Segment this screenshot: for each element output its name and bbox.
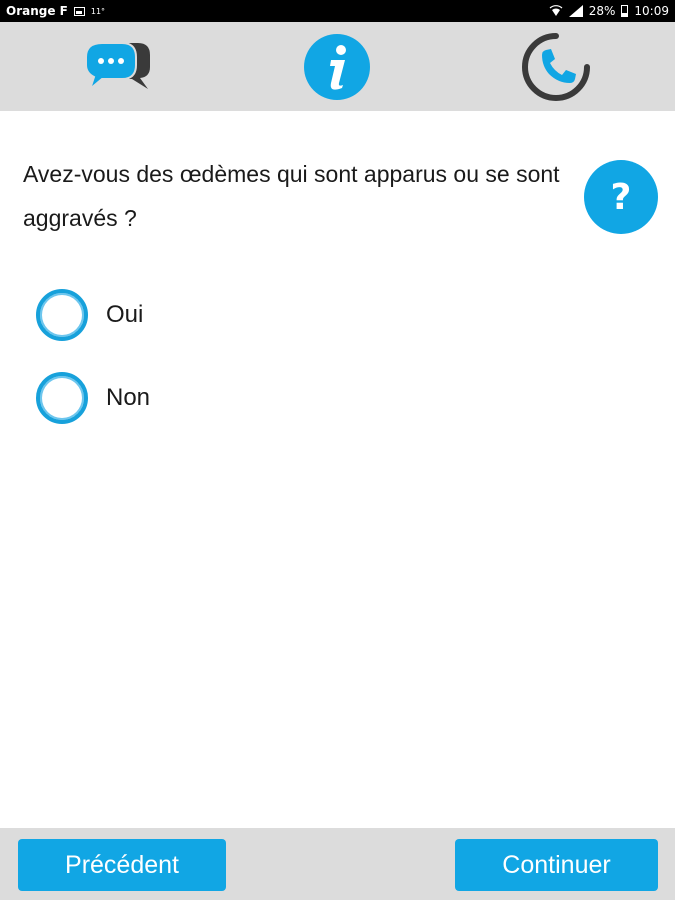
status-right: 28% 10:09 bbox=[549, 0, 669, 22]
radio-non[interactable] bbox=[36, 372, 88, 424]
question-mark-icon: ? bbox=[610, 176, 632, 218]
option-label-oui: Oui bbox=[106, 301, 144, 328]
chat-bubbles-icon bbox=[85, 42, 150, 93]
top-toolbar bbox=[0, 22, 675, 111]
option-non[interactable]: Non bbox=[36, 372, 150, 424]
option-label-non: Non bbox=[106, 384, 151, 411]
radio-oui[interactable] bbox=[36, 289, 88, 341]
chat-button[interactable] bbox=[82, 31, 154, 103]
phone-icon bbox=[522, 33, 590, 101]
status-left: Orange F 11° bbox=[6, 0, 105, 22]
signal-icon bbox=[568, 5, 583, 17]
previous-button[interactable]: Précédent bbox=[18, 839, 226, 891]
wifi-icon bbox=[549, 5, 563, 16]
option-oui[interactable]: Oui bbox=[36, 289, 143, 341]
continue-button[interactable]: Continuer bbox=[455, 839, 658, 891]
carrier-name: Orange F bbox=[6, 4, 68, 18]
phone-button[interactable] bbox=[520, 31, 592, 103]
bottom-navigation: Précédent Continuer bbox=[0, 828, 675, 900]
status-bar: Orange F 11° 28% 10:09 bbox=[0, 0, 675, 22]
info-icon bbox=[304, 34, 370, 100]
gallery-notification-icon bbox=[73, 6, 85, 16]
clock: 10:09 bbox=[634, 4, 669, 18]
question-text: Avez-vous des œdèmes qui sont apparus ou… bbox=[23, 161, 560, 231]
temperature: 11° bbox=[90, 6, 106, 16]
help-button[interactable]: ? bbox=[584, 160, 658, 234]
battery-percent: 28% bbox=[588, 4, 616, 18]
info-button[interactable] bbox=[301, 31, 373, 103]
battery-icon bbox=[621, 5, 629, 17]
